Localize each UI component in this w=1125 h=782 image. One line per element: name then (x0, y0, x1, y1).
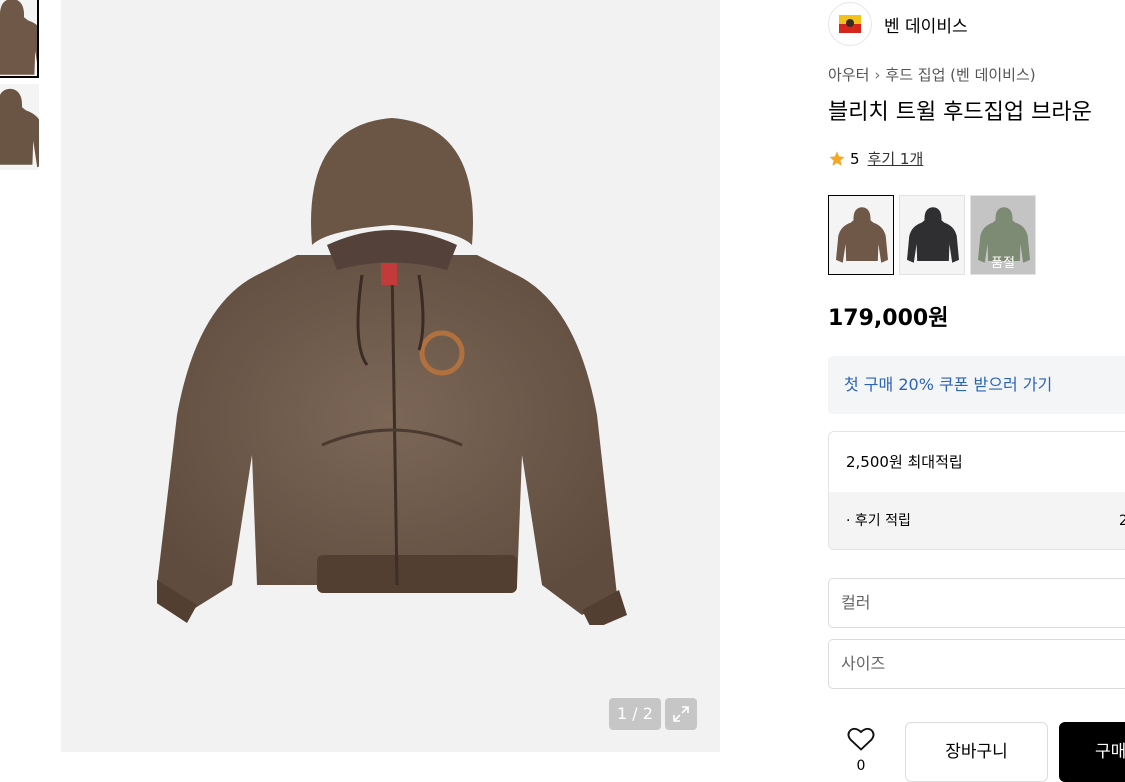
brand-row[interactable]: 벤 데이비스 (828, 2, 968, 46)
breadcrumb-item-hood-zipup[interactable]: 후드 집업 (벤 데이비스) (885, 66, 1035, 84)
like-button[interactable]: 0 (840, 726, 882, 774)
reviews-link[interactable]: 후기 1개 (868, 148, 924, 169)
sold-out-label: 품절 (991, 256, 1015, 271)
like-count: 0 (856, 758, 866, 774)
product-jacket-image (157, 118, 627, 625)
size-select[interactable]: 사이즈 (828, 639, 1125, 689)
color-swatches: 품절 (828, 195, 1036, 275)
points-row-value: 2 (1119, 492, 1125, 549)
breadcrumb-item-outer[interactable]: 아우터 (828, 66, 869, 84)
image-counter: 1 / 2 (609, 698, 661, 730)
gorilla-logo-icon (839, 15, 861, 33)
thumbnail-back[interactable] (0, 84, 39, 170)
points-review-row: · 후기 적립 2 (829, 492, 1125, 549)
thumbnail-front[interactable] (0, 0, 39, 78)
expand-icon (673, 706, 689, 722)
swatch-jacket-image (907, 207, 959, 263)
swatch-olive[interactable]: 품절 (970, 195, 1036, 275)
breadcrumb: 아우터 › 후드 집업 (벤 데이비스) (828, 64, 1036, 85)
star-icon (829, 151, 845, 166)
rating-row: 5 후기 1개 (828, 148, 923, 169)
buy-button[interactable]: 구매 (1059, 722, 1125, 782)
points-title: 2,500원 최대적립 (829, 432, 1125, 492)
product-image-gallery[interactable]: 1 / 2 (61, 0, 720, 752)
swatch-black[interactable] (899, 195, 965, 275)
product-price: 179,000원 (828, 306, 949, 331)
thumbnail-jacket-image (0, 88, 39, 168)
brand-logo[interactable] (828, 2, 872, 46)
product-title: 블리치 트윌 후드집업 브라운 (828, 100, 1092, 125)
chevron-right-icon: › (874, 66, 881, 84)
swatch-brown[interactable] (828, 195, 894, 275)
thumbnail-strip (0, 0, 39, 176)
swatch-jacket-image (836, 207, 888, 263)
color-select[interactable]: 컬러 (828, 578, 1125, 628)
add-to-cart-button[interactable]: 장바구니 (905, 722, 1048, 782)
coupon-banner[interactable]: 첫 구매 20% 쿠폰 받으러 가기 (828, 356, 1125, 414)
brand-name[interactable]: 벤 데이비스 (884, 12, 968, 37)
expand-button[interactable] (665, 698, 697, 730)
rating-score: 5 (850, 149, 860, 168)
heart-icon (847, 727, 875, 751)
points-row-label: · 후기 적립 (846, 513, 911, 529)
points-box: 2,500원 최대적립 · 후기 적립 2 (828, 431, 1125, 550)
thumbnail-jacket-image (0, 0, 37, 75)
